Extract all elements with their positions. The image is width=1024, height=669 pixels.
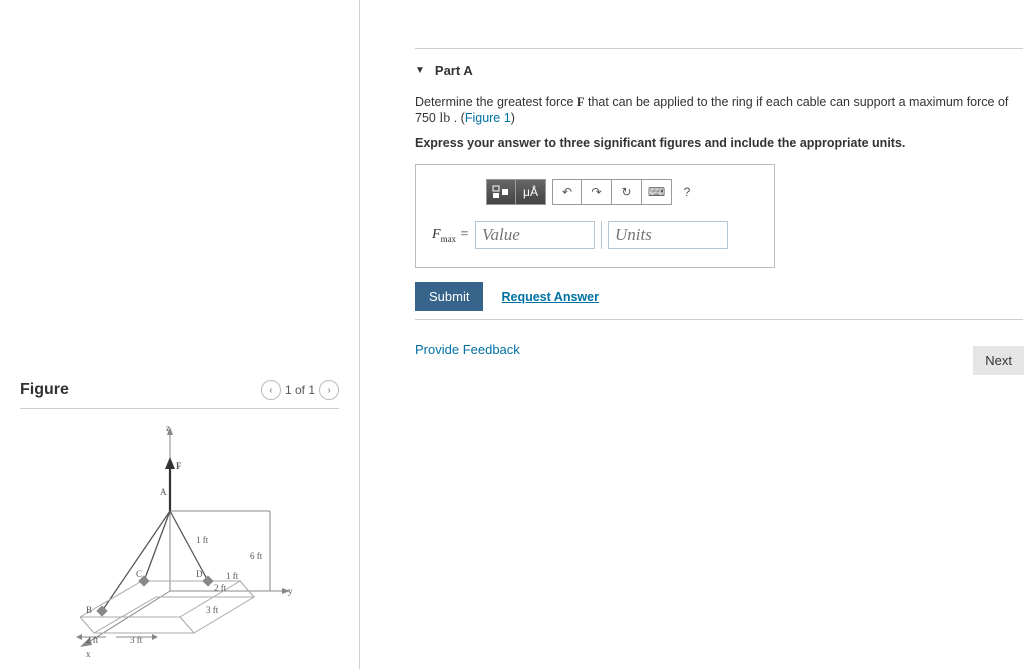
label-F: F [176, 461, 182, 471]
part-a-title: Part A [435, 63, 473, 78]
figure-panel: Figure ‹ 1 of 1 › z F A y x [0, 0, 360, 669]
submit-row: Submit Request Answer [415, 282, 1023, 311]
footer-row: Provide Feedback [415, 342, 1024, 357]
answer-toolbar: μÅ ↶ ↷ ↻ ⌨ ? [486, 179, 758, 205]
submit-button[interactable]: Submit [415, 282, 483, 311]
label-z: z [166, 423, 170, 433]
units-input[interactable] [608, 221, 728, 249]
special-chars-button[interactable]: μÅ [516, 179, 546, 205]
value-input[interactable] [475, 221, 595, 249]
answer-box: μÅ ↶ ↷ ↻ ⌨ ? Fmax = [415, 164, 775, 268]
dim-2ft: 2 ft [214, 583, 227, 593]
figure-link[interactable]: Figure 1 [465, 111, 511, 125]
figure-diagram: z F A y x [40, 421, 320, 661]
caret-down-icon: ▼ [415, 65, 425, 76]
templates-button[interactable] [486, 179, 516, 205]
figure-nav: ‹ 1 of 1 › [261, 380, 339, 400]
label-A: A [160, 487, 167, 497]
dim-1ft-top: 1 ft [196, 535, 209, 545]
figure-nav-text: 1 of 1 [285, 383, 315, 397]
content-panel: ▼ Part A Determine the greatest force F … [361, 0, 1024, 669]
help-button[interactable]: ? [672, 179, 702, 205]
dim-6ft: 6 ft [250, 551, 263, 561]
figure-title: Figure [20, 381, 69, 399]
dim-3ft: 3 ft [206, 605, 219, 615]
undo-button[interactable]: ↶ [552, 179, 582, 205]
instruction-text: Express your answer to three significant… [415, 136, 1023, 150]
label-B: B [86, 605, 92, 615]
provide-feedback-link[interactable]: Provide Feedback [415, 342, 520, 357]
keyboard-button[interactable]: ⌨ [642, 179, 672, 205]
part-a-header[interactable]: ▼ Part A [415, 63, 1023, 78]
part-a-block: ▼ Part A Determine the greatest force F … [415, 48, 1023, 320]
figure-image: z F A y x [20, 409, 339, 661]
variable-label: Fmax = [432, 227, 469, 244]
request-answer-link[interactable]: Request Answer [501, 290, 598, 304]
figure-header: Figure ‹ 1 of 1 › [20, 376, 339, 409]
templates-icon [492, 185, 510, 199]
figure-prev-button[interactable]: ‹ [261, 380, 281, 400]
next-button[interactable]: Next [973, 346, 1024, 375]
redo-button[interactable]: ↷ [582, 179, 612, 205]
label-C: C [136, 569, 142, 579]
reset-button[interactable]: ↻ [612, 179, 642, 205]
label-x: x [86, 649, 91, 659]
dim-1ft-b: 1 ft [226, 571, 239, 581]
question-text: Determine the greatest force F that can … [415, 94, 1023, 128]
figure-next-button[interactable]: › [319, 380, 339, 400]
input-row: Fmax = [432, 221, 758, 249]
input-separator [601, 221, 602, 249]
label-D: D [196, 569, 203, 579]
